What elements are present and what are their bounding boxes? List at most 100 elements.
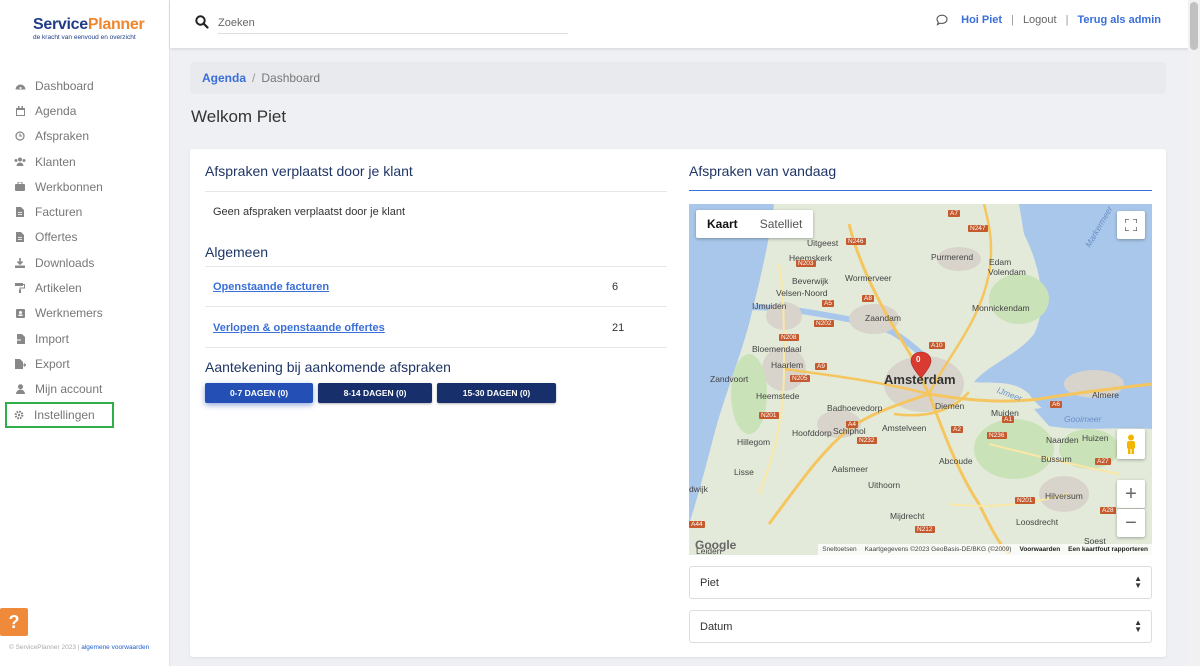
expired-quotes-link[interactable]: Verlopen & openstaande offertes — [213, 322, 385, 334]
employee-select[interactable]: Piet ▲ ▼ — [689, 566, 1152, 599]
sidebar-item-mijn-account[interactable]: Mijn account — [0, 377, 170, 402]
sidebar-item-export[interactable]: Export — [0, 351, 170, 376]
employee-select-value: Piet — [700, 576, 719, 589]
document-icon — [13, 207, 27, 218]
breadcrumb-agenda-link[interactable]: Agenda — [202, 71, 246, 85]
scrollbar-thumb[interactable] — [1190, 2, 1198, 50]
road-badge: A7 — [948, 210, 960, 217]
separator: | — [1011, 14, 1014, 26]
fullscreen-button[interactable] — [1117, 211, 1145, 239]
sidebar-item-werkbonnen[interactable]: Werkbonnen — [0, 174, 170, 199]
map-label: Amstelveen — [882, 423, 927, 433]
map-label: Almere — [1092, 390, 1119, 400]
sidebar-nav: Dashboard Agenda Afspraken Klanten Werkb… — [0, 73, 170, 428]
sidebar-item-instellingen[interactable]: Instellingen — [5, 401, 114, 428]
file-import-icon — [13, 333, 27, 344]
map-label: Wormerveer — [845, 273, 892, 283]
dashboard-card: Afspraken verplaatst door je klant Geen … — [190, 149, 1166, 657]
calendar-icon — [13, 105, 27, 116]
map-label: Hilversum — [1045, 491, 1083, 501]
road-badge: N212 — [915, 526, 935, 533]
sort-arrows-icon: ▲ ▼ — [1134, 574, 1142, 590]
divider — [689, 190, 1152, 191]
divider — [205, 306, 667, 307]
breadcrumb: Agenda / Dashboard — [190, 62, 1166, 94]
street-view-button[interactable] — [1117, 429, 1145, 459]
map-label: Lisse — [734, 467, 754, 477]
sort-arrows-icon: ▲ ▼ — [1134, 618, 1142, 634]
map-label: Purmerend — [931, 252, 974, 262]
sidebar-item-offertes[interactable]: Offertes — [0, 225, 170, 250]
road-badge: N203 — [796, 260, 816, 267]
user-greeting-link[interactable]: Hoi Piet — [961, 14, 1002, 26]
map-label: Abcoude — [939, 456, 973, 466]
road-badge: N202 — [814, 320, 834, 327]
notes-title: Aantekening bij aankomende afspraken — [205, 359, 451, 375]
zoom-out-button[interactable]: − — [1117, 509, 1145, 537]
road-badge: A44 — [689, 521, 705, 528]
map-label: Uitgeest — [807, 238, 839, 248]
day-range-tabs: 0-7 DAGEN (0) 8-14 DAGEN (0) 15-30 DAGEN… — [205, 383, 556, 403]
sidebar-item-afspraken[interactable]: Afspraken — [0, 124, 170, 149]
chat-icon[interactable] — [936, 14, 948, 26]
road-badge: N201 — [1015, 497, 1035, 504]
id-badge-icon — [13, 308, 27, 319]
map-label-city: Amsterdam — [884, 372, 956, 387]
map-data-text: Kaartgegevens ©2023 GeoBasis-DE/BKG (©20… — [864, 546, 1012, 553]
map-label: Uithoorn — [868, 480, 901, 490]
road-badge: A2 — [951, 426, 963, 433]
footer: © ServicePlanner 2023 | algemene voorwaa… — [9, 644, 149, 651]
tab-15-30-days[interactable]: 15-30 DAGEN (0) — [437, 383, 556, 403]
sidebar-item-label: Offertes — [35, 230, 78, 245]
sidebar-item-werknemers[interactable]: Werknemers — [0, 301, 170, 326]
sidebar-item-label: Import — [35, 331, 70, 346]
road-badge: A10 — [929, 342, 945, 349]
sidebar-item-agenda[interactable]: Agenda — [0, 98, 170, 123]
logo[interactable]: ServicePlanner de kracht van eenvoud en … — [33, 16, 145, 42]
date-select-value: Datum — [700, 620, 733, 633]
map-label: Haarlem — [771, 360, 804, 370]
logo-part1: Service — [33, 16, 88, 33]
keyboard-shortcuts-link[interactable]: Sneltoetsen — [822, 546, 856, 553]
terms-of-use-link[interactable]: Voorwaarden — [1019, 546, 1060, 553]
road-badge: A1 — [1002, 416, 1014, 423]
gear-icon — [12, 410, 26, 420]
map-type-toggle: Kaart Satelliet — [696, 210, 814, 238]
map-type-satellite-button[interactable]: Satelliet — [749, 210, 814, 238]
sidebar-item-klanten[interactable]: Klanten — [0, 149, 170, 174]
logout-link[interactable]: Logout — [1023, 14, 1057, 26]
open-invoices-link[interactable]: Openstaande facturen — [213, 281, 329, 293]
road-badge: N208 — [779, 334, 799, 341]
date-select[interactable]: Datum ▲ ▼ — [689, 610, 1152, 643]
zoom-in-button[interactable]: + — [1117, 480, 1145, 508]
topbar: Hoi Piet | Logout | Terug als admin — [170, 0, 1188, 48]
pegman-icon — [1127, 434, 1135, 454]
tab-0-7-days[interactable]: 0-7 DAGEN (0) — [205, 383, 313, 403]
sidebar-item-artikelen[interactable]: Artikelen — [0, 275, 170, 300]
file-export-icon — [13, 358, 27, 369]
clock-icon — [13, 131, 27, 141]
sidebar-item-facturen[interactable]: Facturen — [0, 199, 170, 224]
sidebar-item-dashboard[interactable]: Dashboard — [0, 73, 170, 98]
scrollbar[interactable] — [1188, 0, 1200, 666]
help-button[interactable]: ? — [0, 608, 28, 636]
sidebar-item-label: Facturen — [35, 205, 83, 220]
map-label-water: Gooimeer — [1064, 414, 1102, 424]
terms-link[interactable]: algemene voorwaarden — [81, 644, 149, 651]
road-badge: A6 — [1050, 401, 1062, 408]
map[interactable]: 0 Uitgeest Heemskerk Purmerend Edam Vole… — [689, 204, 1152, 555]
tab-8-14-days[interactable]: 8-14 DAGEN (0) — [318, 383, 432, 403]
divider — [205, 191, 667, 192]
sidebar-item-import[interactable]: Import — [0, 326, 170, 351]
map-attribution: Sneltoetsen Kaartgegevens ©2023 GeoBasis… — [818, 544, 1152, 555]
briefcase-icon — [13, 182, 27, 192]
road-badge: A27 — [1095, 458, 1111, 465]
sidebar-item-downloads[interactable]: Downloads — [0, 250, 170, 275]
report-map-error-link[interactable]: Een kaartfout rapporteren — [1068, 546, 1148, 553]
map-type-map-button[interactable]: Kaart — [696, 210, 749, 238]
map-label: Naarden — [1046, 435, 1079, 445]
today-appointments-title: Afspraken van vandaag — [689, 163, 837, 179]
back-as-admin-link[interactable]: Terug als admin — [1077, 14, 1161, 26]
search-input[interactable] — [218, 12, 568, 34]
dashboard-icon — [13, 81, 27, 90]
